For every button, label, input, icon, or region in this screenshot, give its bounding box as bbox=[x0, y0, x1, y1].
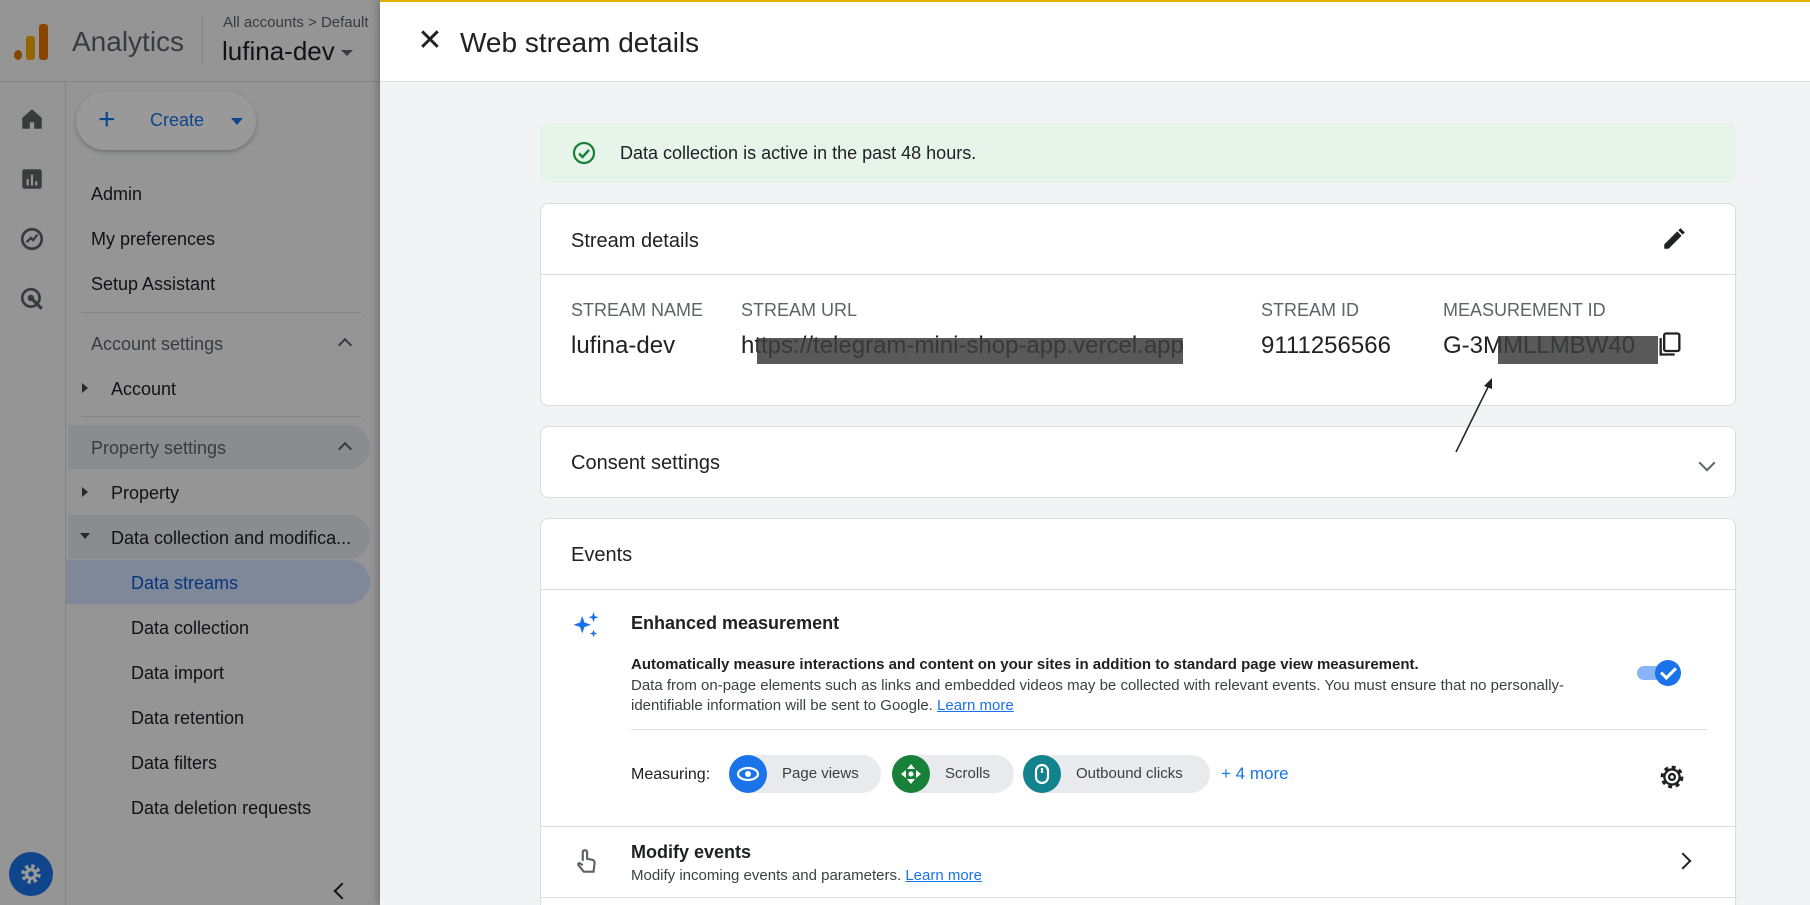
consent-settings-heading: Consent settings bbox=[571, 452, 720, 474]
modify-desc-text: Modify incoming events and parameters. bbox=[631, 867, 902, 884]
divider bbox=[541, 826, 1737, 827]
enhanced-measurement-summary: Automatically measure interactions and c… bbox=[631, 656, 1419, 673]
measurement-id-label: MEASUREMENT ID bbox=[1443, 300, 1606, 320]
chip-scrolls[interactable]: Scrolls bbox=[892, 755, 1014, 793]
enhanced-measurement-title: Enhanced measurement bbox=[631, 613, 840, 633]
copy-icon[interactable] bbox=[1656, 330, 1684, 358]
measuring-label: Measuring: bbox=[631, 766, 711, 783]
chip-label: Outbound clicks bbox=[1076, 765, 1183, 782]
stream-name-label: STREAM NAME bbox=[571, 300, 704, 320]
divider bbox=[541, 274, 1737, 275]
panel-title: Web stream details bbox=[460, 27, 700, 58]
divider bbox=[631, 729, 1707, 730]
stream-id-value: 9111256566 bbox=[1261, 332, 1391, 359]
stream-name-value: lufina-dev bbox=[571, 332, 676, 359]
chip-label: Scrolls bbox=[945, 765, 991, 782]
stream-url-label: STREAM URL bbox=[741, 300, 858, 320]
chevron-right-icon[interactable] bbox=[1674, 852, 1692, 870]
chip-label: Page views bbox=[782, 765, 859, 782]
divider bbox=[541, 589, 1737, 590]
stream-details-card: Stream details STREAM NAME lufina-dev ST… bbox=[540, 203, 1737, 406]
stream-details-heading: Stream details bbox=[571, 230, 699, 252]
touch-hand-icon bbox=[577, 849, 596, 873]
more-measures-link[interactable]: + 4 more bbox=[1221, 764, 1289, 784]
events-heading: Events bbox=[571, 544, 633, 566]
edit-pencil-icon[interactable] bbox=[1661, 226, 1687, 252]
modify-events-description: Modify incoming events and parameters. L… bbox=[631, 867, 982, 884]
divider bbox=[541, 897, 1737, 898]
mouse-icon bbox=[1023, 755, 1061, 793]
panel-header: ✕ Web stream details bbox=[380, 2, 1810, 82]
learn-more-link[interactable]: Learn more bbox=[905, 867, 982, 884]
status-text: Data collection is active in the past 48… bbox=[620, 143, 977, 163]
chevron-down-icon[interactable] bbox=[1698, 454, 1716, 472]
stream-id-label: STREAM ID bbox=[1261, 300, 1360, 320]
close-icon[interactable]: ✕ bbox=[415, 26, 445, 56]
redaction-box bbox=[1498, 336, 1658, 364]
enhanced-measurement-description: Data from on-page elements such as links… bbox=[631, 676, 1631, 716]
chip-page-views[interactable]: Page views bbox=[729, 755, 881, 793]
consent-settings-card[interactable]: Consent settings bbox=[540, 426, 1736, 498]
web-stream-details-panel: ✕ Web stream details Data collection is … bbox=[380, 0, 1810, 905]
description-text: Data from on-page elements such as links… bbox=[631, 677, 1565, 714]
eye-icon bbox=[729, 755, 767, 793]
enhanced-measurement-toggle[interactable] bbox=[1637, 660, 1681, 686]
check-circle-icon bbox=[572, 141, 596, 165]
toggle-check-icon bbox=[1655, 660, 1681, 686]
modal-scrim[interactable] bbox=[0, 0, 380, 905]
scroll-icon bbox=[892, 755, 930, 793]
events-card: Events Enhanced measurement Automaticall… bbox=[540, 518, 1737, 905]
status-banner: Data collection is active in the past 48… bbox=[540, 123, 1736, 183]
modify-events-title[interactable]: Modify events bbox=[631, 842, 751, 863]
sparkle-icon bbox=[573, 612, 599, 638]
redaction-box bbox=[757, 338, 1183, 364]
chip-outbound-clicks[interactable]: Outbound clicks bbox=[1023, 755, 1210, 793]
gear-icon[interactable] bbox=[1658, 763, 1686, 791]
learn-more-link[interactable]: Learn more bbox=[937, 697, 1014, 714]
